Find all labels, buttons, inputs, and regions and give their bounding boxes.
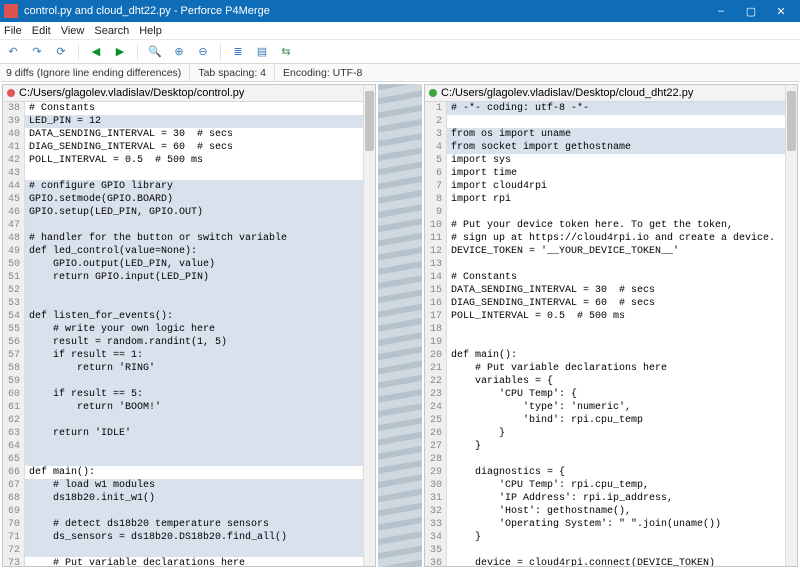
right-pane-header: C:/Users/glagolev.vladislav/Desktop/clou… [425, 85, 797, 102]
encoding: Encoding: UTF-8 [283, 67, 362, 79]
left-pane: C:/Users/glagolev.vladislav/Desktop/cont… [2, 84, 376, 567]
menu-edit[interactable]: Edit [32, 25, 51, 37]
window-title: control.py and cloud_dht22.py - Perforce… [24, 5, 706, 17]
menu-file[interactable]: File [4, 25, 22, 37]
app-icon [4, 4, 18, 18]
right-file-path: C:/Users/glagolev.vladislav/Desktop/clou… [441, 87, 693, 99]
right-dot-icon [429, 89, 437, 97]
prev-diff-icon[interactable]: ◀ [87, 43, 105, 61]
minimize-button[interactable]: – [706, 0, 736, 22]
diff-connector [378, 84, 422, 567]
right-scrollbar[interactable] [785, 85, 797, 566]
next-diff-icon[interactable]: ▶ [111, 43, 129, 61]
maximize-button[interactable]: ▢ [736, 0, 766, 22]
scrollbar-thumb[interactable] [787, 91, 796, 151]
menu-search[interactable]: Search [94, 25, 129, 37]
scrollbar-thumb[interactable] [365, 91, 374, 151]
left-file-path: C:/Users/glagolev.vladislav/Desktop/cont… [19, 87, 244, 99]
left-dot-icon [7, 89, 15, 97]
right-pane: C:/Users/glagolev.vladislav/Desktop/clou… [424, 84, 798, 567]
refresh-icon[interactable]: ⟳ [52, 43, 70, 61]
statusbar: 9 diffs (Ignore line ending differences)… [0, 64, 800, 82]
separator [220, 44, 221, 60]
undo-icon[interactable]: ↶ [4, 43, 22, 61]
separator [78, 44, 79, 60]
separator [137, 44, 138, 60]
side-by-side-icon[interactable]: ▤ [253, 43, 271, 61]
right-code[interactable]: 1# -*- coding: utf-8 -*-23from os import… [425, 102, 797, 566]
toolbar: ↶ ↷ ⟳ ◀ ▶ 🔍 ⊕ ⊖ ≣ ▤ ⇆ [0, 40, 800, 64]
inline-diff-icon[interactable]: ≣ [229, 43, 247, 61]
left-scrollbar[interactable] [363, 85, 375, 566]
left-pane-header: C:/Users/glagolev.vladislav/Desktop/cont… [3, 85, 375, 102]
window-buttons: – ▢ ✕ [706, 0, 796, 22]
titlebar: control.py and cloud_dht22.py - Perforce… [0, 0, 800, 22]
menubar: File Edit View Search Help [0, 22, 800, 40]
diff-count: 9 diffs (Ignore line ending differences) [6, 64, 190, 81]
zoom-in-icon[interactable]: ⊕ [170, 43, 188, 61]
menu-help[interactable]: Help [139, 25, 162, 37]
zoom-out-icon[interactable]: ⊖ [194, 43, 212, 61]
left-code[interactable]: 38# Constants39LED_PIN = 1240DATA_SENDIN… [3, 102, 375, 566]
close-button[interactable]: ✕ [766, 0, 796, 22]
find-icon[interactable]: 🔍 [146, 43, 164, 61]
tab-spacing: Tab spacing: 4 [198, 64, 275, 81]
menu-view[interactable]: View [61, 25, 85, 37]
redo-icon[interactable]: ↷ [28, 43, 46, 61]
swap-panes-icon[interactable]: ⇆ [277, 43, 295, 61]
diff-panes: C:/Users/glagolev.vladislav/Desktop/cont… [0, 82, 800, 569]
